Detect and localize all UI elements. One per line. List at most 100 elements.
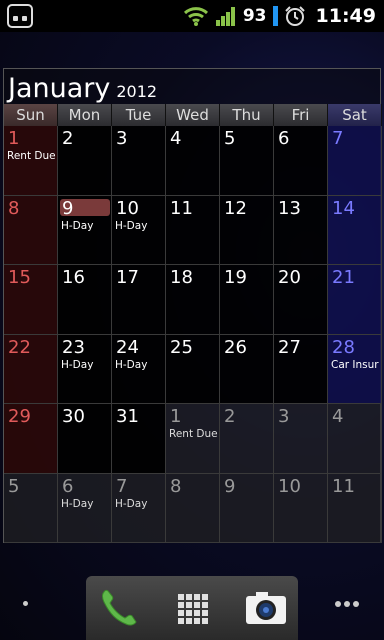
day-cell[interactable]: 21 [328,265,382,335]
day-cell[interactable]: 10 H-Day [112,195,166,265]
app-icon[interactable] [7,4,33,28]
day-number: 5 [8,475,20,497]
event-label[interactable]: Car Insur [331,359,379,371]
day-cell[interactable]: 29 [4,404,58,474]
day-cell[interactable]: 8 [4,195,58,265]
event-label[interactable]: H-Day [61,220,93,232]
day-cell-other-month[interactable]: 1 Rent Due [166,404,220,474]
day-cell-other-month[interactable]: 11 [328,473,382,543]
day-cell-other-month[interactable]: 2 [220,404,274,474]
day-cell[interactable]: 25 [166,334,220,404]
day-cell[interactable]: 4 [166,126,220,196]
clock: 11:49 [315,5,376,27]
day-cell[interactable]: 23 H-Day [58,334,112,404]
day-cell-other-month[interactable]: 5 [4,473,58,543]
day-number: 25 [170,336,193,358]
day-number: 1 [8,128,20,149]
day-number: 4 [332,406,344,427]
day-cell[interactable]: 5 [220,126,274,196]
day-cell[interactable]: 16 [58,265,112,335]
day-cell-other-month[interactable]: 8 [166,473,220,543]
battery-icon [272,6,278,26]
day-number: 2 [224,406,236,427]
status-bar: 93 11:49 [0,0,384,32]
day-number: 6 [62,475,74,497]
day-number: 27 [278,336,301,358]
day-cell[interactable]: 9 H-Day [58,195,112,265]
day-cell[interactable]: 12 [220,195,274,265]
day-number: 18 [170,267,193,288]
day-cell[interactable]: 1 Rent Due [4,126,58,196]
camera-icon[interactable] [242,584,290,632]
day-number: 1 [170,406,182,427]
page-indicator-right [335,601,359,607]
day-number: 23 [62,336,85,358]
day-cell[interactable]: 28 Car Insur [328,334,382,404]
day-cell-other-month[interactable]: 10 [274,473,328,543]
day-number: 16 [62,267,85,288]
day-number: 2 [62,128,74,149]
calendar-widget[interactable]: January 2012 Sun Mon Tue Wed Thu Fri Sat… [3,68,382,543]
day-cell[interactable]: 22 [4,334,58,404]
weekday-header: Sun Mon Tue Wed Thu Fri Sat [4,104,382,126]
event-label[interactable]: H-Day [115,498,147,510]
day-cell[interactable]: 19 [220,265,274,335]
day-number: 31 [116,406,139,427]
event-label[interactable]: Rent Due [7,150,56,162]
weekday-sat: Sat [328,104,382,126]
day-cell[interactable]: 20 [274,265,328,335]
day-number: 3 [116,128,128,149]
wifi-icon [183,7,208,26]
day-number: 22 [8,336,31,358]
day-cell[interactable]: 2 [58,126,112,196]
phone-icon[interactable] [94,584,142,632]
day-number: 15 [8,267,31,288]
day-number: 7 [332,128,344,149]
day-number: 21 [332,267,355,288]
day-cell[interactable]: 26 [220,334,274,404]
day-number: 11 [332,475,355,497]
month-label: January [8,73,111,104]
signal-icon [215,7,235,26]
day-cell[interactable]: 15 [4,265,58,335]
event-label[interactable]: H-Day [61,498,93,510]
day-number: 28 [332,336,355,358]
dock [86,576,298,640]
day-cell[interactable]: 14 [328,195,382,265]
event-label[interactable]: Rent Due [169,428,218,440]
day-cell[interactable]: 18 [166,265,220,335]
weekday-thu: Thu [220,104,274,126]
day-cell[interactable]: 11 [166,195,220,265]
day-number: 11 [170,197,193,219]
day-cell[interactable]: 6 [274,126,328,196]
weekday-tue: Tue [112,104,166,126]
day-cell-other-month[interactable]: 3 [274,404,328,474]
event-label[interactable]: H-Day [61,359,93,371]
day-number: 10 [278,475,301,497]
day-cell[interactable]: 27 [274,334,328,404]
weekday-sun: Sun [4,104,58,126]
day-number: 8 [170,475,182,497]
day-cell[interactable]: 31 [112,404,166,474]
day-number: 26 [224,336,247,358]
day-cell-other-month[interactable]: 6 H-Day [58,473,112,543]
year-label: 2012 [116,82,158,101]
day-number: 13 [278,197,301,219]
day-cell[interactable]: 7 [328,126,382,196]
day-cell-other-month[interactable]: 4 [328,404,382,474]
calendar-title: January 2012 [8,73,157,105]
weekday-mon: Mon [58,104,112,126]
day-number: 29 [8,406,31,427]
event-label[interactable]: H-Day [115,359,147,371]
day-cell[interactable]: 13 [274,195,328,265]
day-number: 12 [224,197,247,219]
day-number: 6 [278,128,290,149]
app-drawer-icon[interactable] [168,584,216,632]
event-label[interactable]: H-Day [115,220,147,232]
day-cell[interactable]: 17 [112,265,166,335]
day-cell[interactable]: 30 [58,404,112,474]
day-cell-other-month[interactable]: 7 H-Day [112,473,166,543]
day-cell[interactable]: 3 [112,126,166,196]
day-cell-other-month[interactable]: 9 [220,473,274,543]
day-cell[interactable]: 24 H-Day [112,334,166,404]
